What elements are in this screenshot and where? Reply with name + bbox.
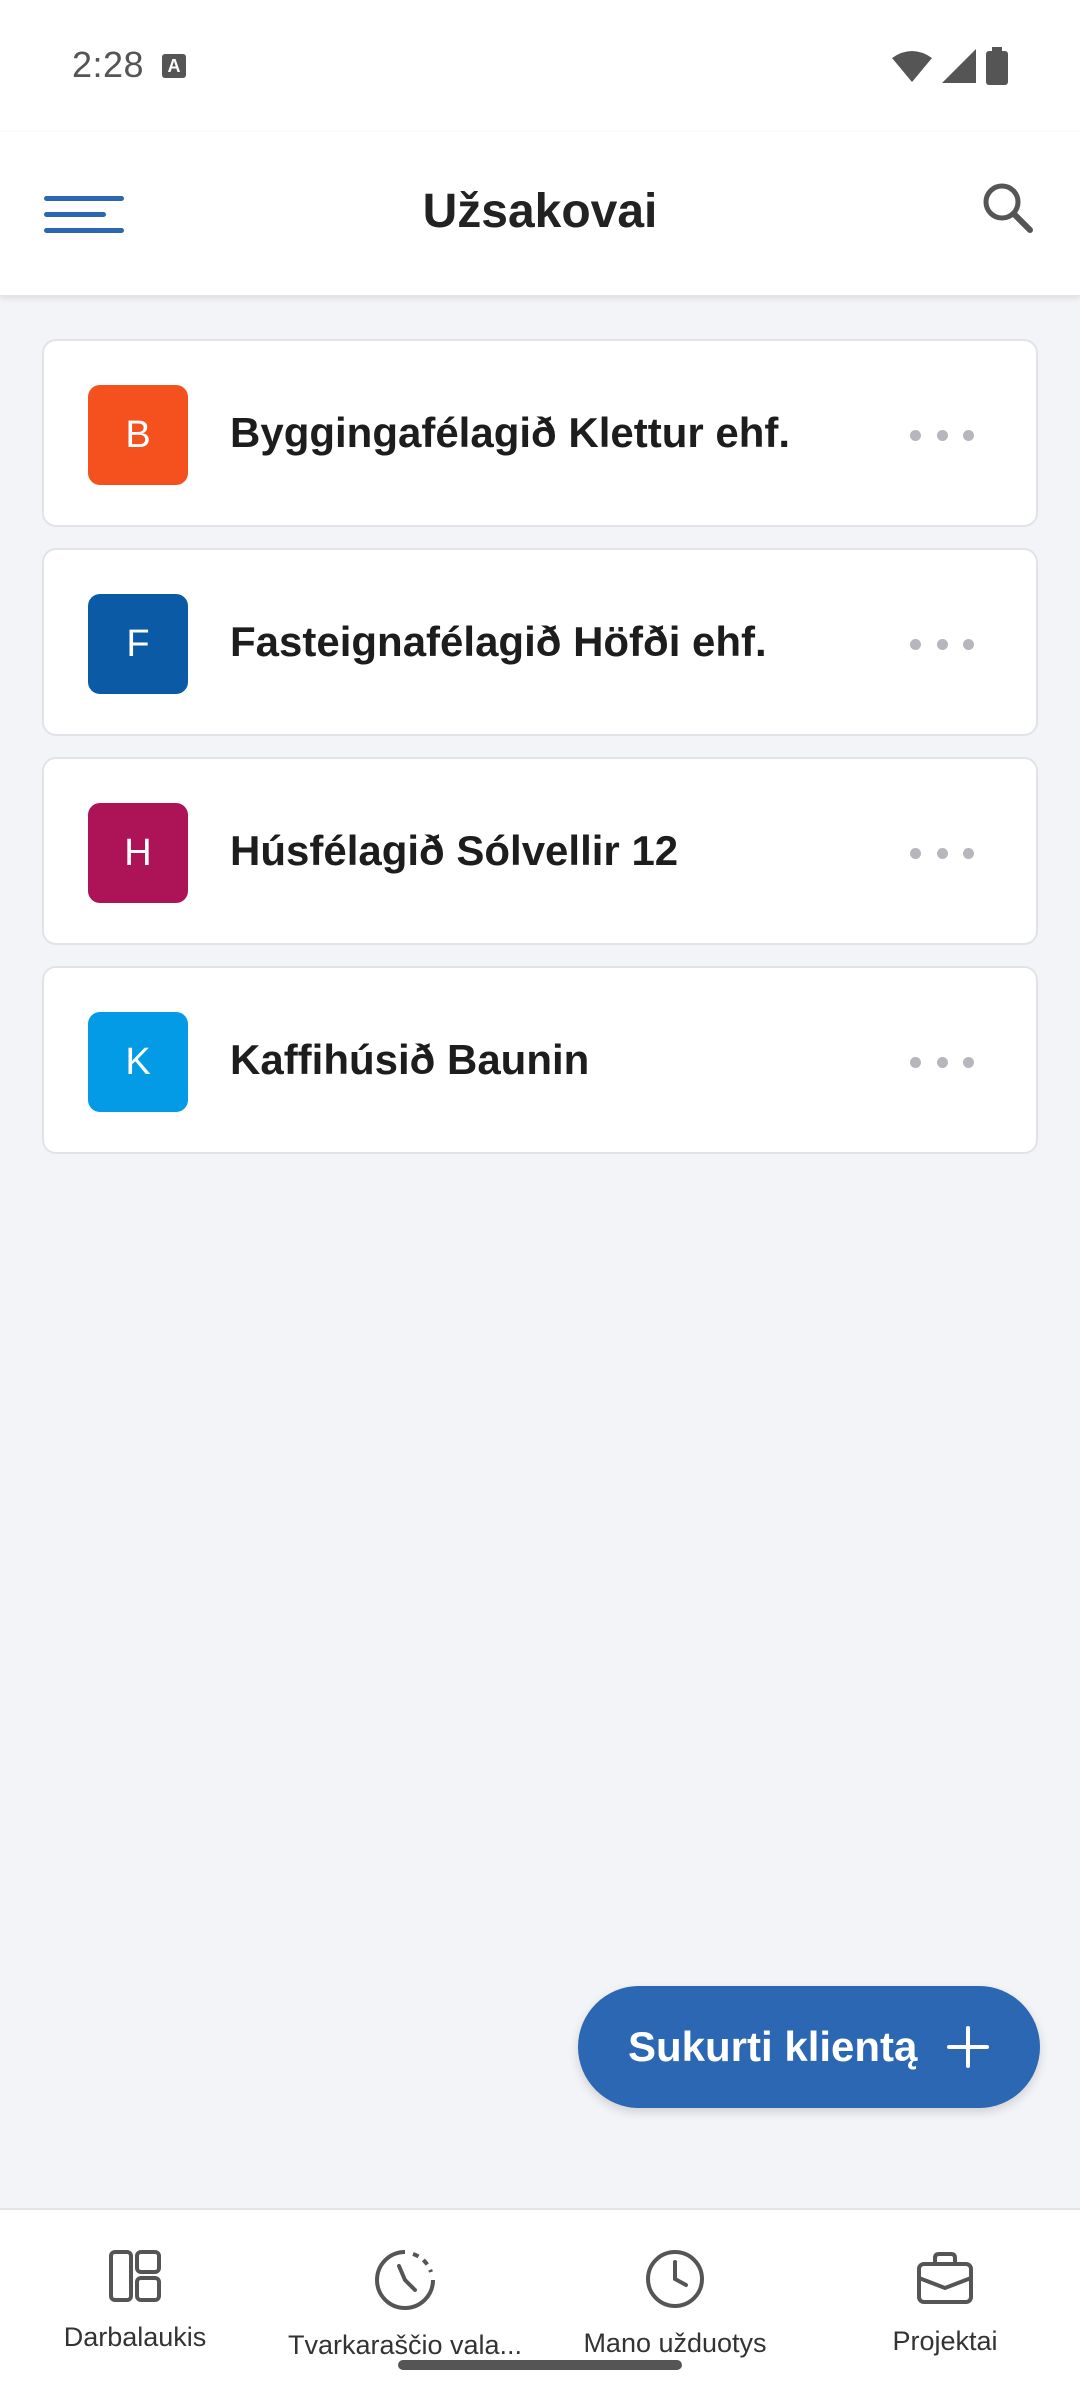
nav-label: Darbalaukis <box>63 2322 207 2352</box>
home-indicator[interactable] <box>398 2360 682 2370</box>
clients-screen: 2:28 A Užsakovai B Byggingafélagið Klett… <box>0 0 1080 2400</box>
search-icon[interactable] <box>974 174 1044 244</box>
client-avatar: K <box>88 1012 188 1112</box>
client-avatar: B <box>88 385 188 485</box>
status-time: 2:28 <box>72 44 145 85</box>
client-card[interactable]: H Húsfélagið Sólvellir 12 <box>42 757 1038 945</box>
more-options-icon[interactable] <box>902 415 982 455</box>
nav-item-timesheets[interactable]: Tvarkaraščio vala... <box>270 2248 540 2378</box>
battery-icon <box>986 47 1008 85</box>
page-title: Užsakovai <box>422 185 658 238</box>
client-card[interactable]: K Kaffihúsið Baunin <box>42 966 1038 1154</box>
more-options-icon[interactable] <box>902 624 982 664</box>
client-avatar: F <box>88 594 188 694</box>
create-client-label: Sukurti klientą <box>628 2023 918 2070</box>
briefcase-icon <box>917 2252 973 2304</box>
wifi-icon <box>892 51 932 82</box>
client-card[interactable]: B Byggingafélagið Klettur ehf. <box>42 339 1038 527</box>
create-client-button[interactable]: Sukurti klientą <box>578 1986 1040 2108</box>
client-list: B Byggingafélagið Klettur ehf. F Fasteig… <box>42 339 1038 1175</box>
nav-item-projects[interactable]: Projektai <box>810 2248 1080 2378</box>
nav-label: Projektai <box>892 2326 998 2356</box>
more-options-icon[interactable] <box>902 833 982 873</box>
client-card[interactable]: F Fasteignafélagið Höfði ehf. <box>42 548 1038 736</box>
dashboard-icon <box>109 2250 161 2302</box>
plus-icon <box>947 2026 989 2068</box>
status-icons <box>892 46 1008 86</box>
client-name: Fasteignafélagið Höfði ehf. <box>230 618 767 665</box>
nav-item-dashboard[interactable]: Darbalaukis <box>0 2248 270 2378</box>
client-name: Kaffihúsið Baunin <box>230 1036 590 1083</box>
nav-label: Mano užduotys <box>583 2328 767 2358</box>
app-bar: Užsakovai <box>0 132 1080 296</box>
client-name: Húsfélagið Sólvellir 12 <box>230 827 679 874</box>
nav-label: Tvarkaraščio vala... <box>287 2330 523 2360</box>
client-name: Byggingafélagið Klettur ehf. <box>230 409 791 456</box>
client-avatar: H <box>88 803 188 903</box>
status-bar: 2:28 A <box>0 0 1080 132</box>
clock-icon <box>646 2250 704 2308</box>
bottom-navigation: Darbalaukis Tvarkaraščio vala... Mano už… <box>0 2208 1080 2400</box>
signal-icon <box>942 49 976 83</box>
nav-item-my-tasks[interactable]: Mano užduotys <box>540 2248 810 2378</box>
timesheet-clock-icon <box>375 2250 435 2310</box>
more-options-icon[interactable] <box>902 1042 982 1082</box>
notification-icon: A <box>162 54 186 78</box>
